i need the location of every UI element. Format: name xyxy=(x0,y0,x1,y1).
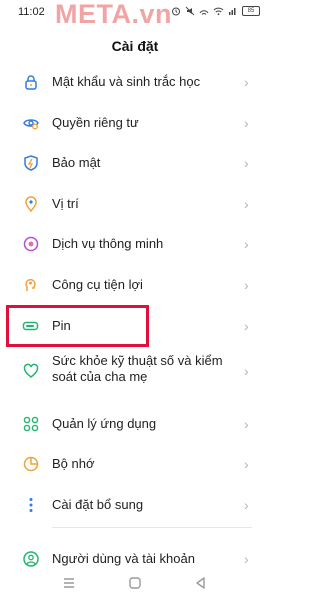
lock-icon xyxy=(25,75,37,90)
chevron-right-icon: › xyxy=(244,416,249,432)
chevron-right-icon: › xyxy=(244,551,249,567)
chevron-right-icon: › xyxy=(244,196,249,212)
home-icon[interactable] xyxy=(128,576,142,590)
status-time: 11:02 xyxy=(18,6,45,18)
apps-icon xyxy=(23,416,39,432)
chevron-right-icon: › xyxy=(244,74,249,90)
chevron-right-icon: › xyxy=(244,236,249,252)
privacy-icon xyxy=(23,119,39,130)
mute-icon xyxy=(185,6,195,16)
status-bar: 11:02 META.vn 85 xyxy=(0,0,270,29)
back-icon[interactable] xyxy=(194,576,208,590)
digital-wellbeing-icon xyxy=(23,363,39,378)
watermark-logo: META.vn xyxy=(55,0,172,29)
settings-item-label: Người dùng và tài khoản xyxy=(52,551,195,566)
settings-item-app-management[interactable]: Quản lý ứng dụng › xyxy=(0,404,270,444)
settings-item-label: Quản lý ứng dụng xyxy=(52,416,157,431)
cell-signal-icon xyxy=(229,8,236,15)
chevron-right-icon: › xyxy=(244,497,249,513)
settings-item-digital-wellbeing[interactable]: Sức khỏe kỹ thuật số và kiểm soát của ch… xyxy=(0,351,270,393)
shield-icon xyxy=(24,155,38,171)
settings-item-label: Công cụ tiện lợi xyxy=(52,277,143,292)
more-settings-icon xyxy=(29,498,33,512)
settings-item-label: Vị trí xyxy=(52,196,79,211)
navigation-bar xyxy=(0,568,270,600)
location-pin-icon xyxy=(25,196,37,213)
settings-item-location[interactable]: Vị trí › xyxy=(0,184,270,224)
settings-item-label: Quyền riêng tư xyxy=(52,115,139,130)
settings-item-label: Dịch vụ thông minh xyxy=(52,236,164,251)
settings-item-password-biometrics[interactable]: Mật khẩu và sinh trắc học › xyxy=(0,62,270,102)
tools-icon xyxy=(25,278,36,291)
settings-item-label: Sức khỏe kỹ thuật số và kiểm soát của ch… xyxy=(52,353,223,384)
page-title: Cài đặt xyxy=(111,38,159,54)
settings-item-additional-settings[interactable]: Cài đặt bổ sung › xyxy=(0,485,270,525)
menu-icon[interactable] xyxy=(62,576,76,590)
settings-item-smart-services[interactable]: Dịch vụ thông minh › xyxy=(0,224,270,264)
settings-item-label: Mật khẩu và sinh trắc học xyxy=(52,74,201,89)
chevron-right-icon: › xyxy=(244,115,249,131)
signal-icon xyxy=(199,10,209,15)
settings-item-convenience-tools[interactable]: Công cụ tiện lợi › xyxy=(0,265,270,305)
chevron-right-icon: › xyxy=(244,363,249,379)
chevron-right-icon: › xyxy=(244,456,249,472)
chevron-right-icon: › xyxy=(244,318,249,334)
user-account-icon xyxy=(23,551,39,567)
status-icons: 85 xyxy=(171,6,260,16)
section-divider xyxy=(52,527,252,528)
chevron-right-icon: › xyxy=(244,155,249,171)
chevron-right-icon: › xyxy=(244,277,249,293)
highlight-box xyxy=(6,305,149,347)
settings-item-storage[interactable]: Bộ nhớ › xyxy=(0,444,270,484)
settings-item-privacy[interactable]: Quyền riêng tư › xyxy=(0,103,270,143)
settings-item-label: Cài đặt bổ sung xyxy=(52,497,144,512)
wifi-icon xyxy=(213,7,224,16)
settings-item-label: Bảo mật xyxy=(52,155,101,170)
storage-icon xyxy=(23,456,39,472)
settings-item-security[interactable]: Bảo mật › xyxy=(0,143,270,183)
alarm-icon xyxy=(172,7,180,16)
settings-item-label: Bộ nhớ xyxy=(52,456,95,471)
battery-indicator: 85 xyxy=(242,6,260,16)
smart-service-icon xyxy=(23,236,39,252)
